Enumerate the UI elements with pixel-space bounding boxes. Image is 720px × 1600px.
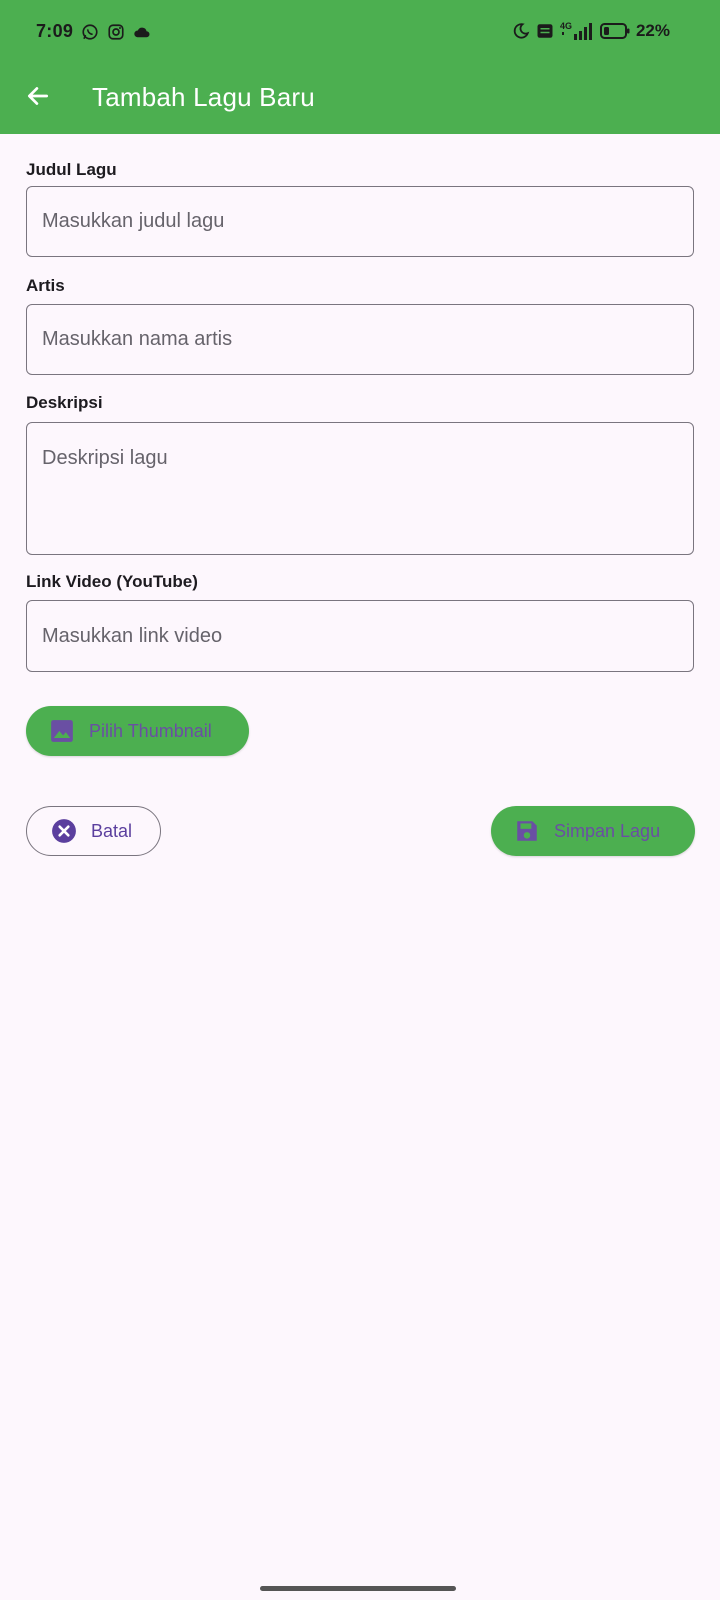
page-title: Tambah Lagu Baru — [92, 82, 315, 112]
image-icon — [51, 720, 73, 742]
description-input[interactable] — [27, 423, 693, 554]
title-label: Judul Lagu — [26, 160, 117, 179]
pick-thumbnail-button[interactable]: Pilih Thumbnail — [26, 706, 249, 756]
home-indicator[interactable] — [260, 1586, 456, 1591]
whatsapp-icon — [82, 23, 98, 40]
description-label: Deskripsi — [26, 393, 103, 412]
instagram-icon — [108, 23, 124, 40]
artist-field-container — [26, 304, 694, 375]
video-link-field-container — [26, 600, 694, 672]
artist-label: Artis — [26, 276, 65, 295]
network-type-text: 4G — [560, 21, 572, 31]
cancel-label: Batal — [91, 820, 133, 841]
video-link-label: Link Video (YouTube) — [26, 572, 198, 591]
battery-percentage: 22% — [635, 21, 670, 40]
status-left: 7:09 — [36, 21, 151, 42]
status-bar: 7:09 4G 22% — [0, 18, 720, 50]
title-input[interactable] — [27, 187, 693, 256]
status-right: 4G 22% — [512, 21, 670, 41]
app-bar: 7:09 4G 22% Tambah Lagu Baru — [0, 0, 720, 134]
artist-input[interactable] — [27, 305, 693, 374]
status-time: 7:09 — [36, 21, 74, 41]
save-song-button[interactable]: Simpan Lagu — [491, 806, 695, 856]
description-field-container — [26, 422, 694, 555]
save-song-label: Simpan Lagu — [554, 820, 661, 841]
moon-icon — [513, 23, 530, 39]
title-field-container — [26, 186, 694, 257]
cancel-button[interactable]: Batal — [26, 806, 161, 856]
arrow-left-icon — [27, 87, 49, 105]
cloud-icon — [134, 27, 150, 37]
pick-thumbnail-label: Pilih Thumbnail — [89, 720, 212, 741]
toolbar: Tambah Lagu Baru — [0, 70, 720, 130]
back-button[interactable] — [18, 76, 58, 116]
signal-icon: 4G — [560, 21, 592, 40]
cancel-icon — [52, 819, 76, 843]
volte-icon — [537, 24, 553, 38]
video-link-input[interactable] — [27, 601, 693, 671]
save-icon — [517, 821, 537, 841]
battery-icon — [599, 23, 630, 39]
